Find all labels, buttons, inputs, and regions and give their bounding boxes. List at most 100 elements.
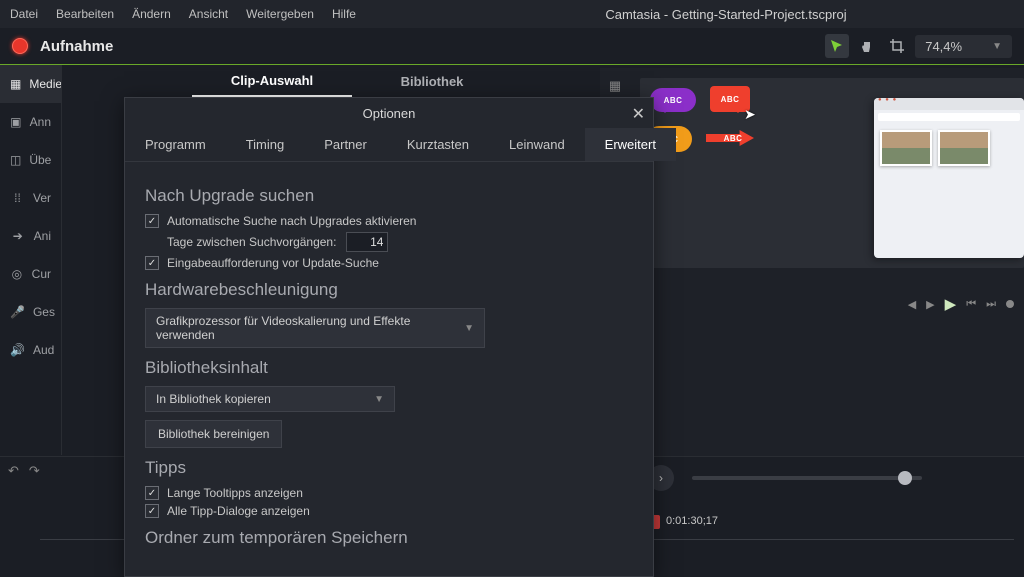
transition-icon: ◫ bbox=[10, 153, 21, 167]
zoom-value: 74,4% bbox=[925, 39, 962, 54]
options-dialog: Optionen ✕ Programm Timing Partner Kurzt… bbox=[124, 97, 654, 577]
sidebar-item-label: Ges bbox=[33, 305, 55, 319]
sidebar: ▦ Medien ▣ Ann ◫ Übe ⁞⁞ Ver ➔ Ani ◎ Cur 🎤 Ges 🔊… bbox=[0, 65, 62, 455]
pan-tool-icon[interactable] bbox=[855, 34, 879, 58]
dlg-tab-programm[interactable]: Programm bbox=[125, 128, 226, 161]
heading-lib: Bibliotheksinhalt bbox=[145, 358, 633, 378]
dlg-tab-timing[interactable]: Timing bbox=[226, 128, 305, 161]
chevron-down-icon: ▼ bbox=[992, 41, 1002, 52]
sidebar-cursor[interactable]: ◎ Cur bbox=[0, 255, 61, 293]
sidebar-item-label: Ver bbox=[33, 191, 51, 205]
canvas[interactable]: ABC ABC ABC ABC ➤ bbox=[630, 68, 1024, 464]
cursor-fx-icon: ◎ bbox=[10, 267, 24, 281]
menu-aendern[interactable]: Ändern bbox=[132, 7, 171, 21]
dialog-title: Optionen bbox=[363, 106, 416, 121]
callout-label: ABC bbox=[724, 134, 743, 143]
combo-lib[interactable]: In Bibliothek kopieren ▼ bbox=[145, 386, 395, 412]
loop-icon[interactable] bbox=[1006, 300, 1014, 308]
sidebar-item-label: Ann bbox=[30, 115, 51, 129]
heading-hw: Hardwarebeschleunigung bbox=[145, 280, 633, 300]
menu-hilfe[interactable]: Hilfe bbox=[332, 7, 356, 21]
playback-controls: ◀ ▶ ▶ ⏮ ⏭ bbox=[608, 294, 1014, 314]
checkbox-auto-upgrade[interactable]: ✓ bbox=[145, 214, 159, 228]
button-clean-lib[interactable]: Bibliothek bereinigen bbox=[145, 420, 282, 448]
step-back-icon[interactable]: ▶ bbox=[926, 298, 934, 311]
close-icon[interactable]: ✕ bbox=[632, 104, 645, 124]
checkbox-long-tips[interactable]: ✓ bbox=[145, 486, 159, 500]
menu-weitergeben[interactable]: Weitergeben bbox=[246, 7, 314, 21]
dialog-tabs: Programm Timing Partner Kurztasten Leinw… bbox=[125, 128, 653, 162]
animation-icon: ➔ bbox=[10, 229, 26, 243]
tab-bibliothek[interactable]: Bibliothek bbox=[352, 65, 512, 97]
menu-datei[interactable]: Datei bbox=[10, 7, 38, 21]
thumb-image bbox=[938, 130, 990, 166]
browser-mockup bbox=[874, 98, 1024, 258]
speaker-icon: 🔊 bbox=[10, 343, 25, 357]
canvas-stage: ABC ABC ABC ABC ➤ bbox=[640, 78, 1024, 268]
dlg-tab-erweitert[interactable]: Erweitert bbox=[585, 128, 676, 161]
callout-arrow[interactable]: ABC bbox=[706, 130, 754, 146]
input-days[interactable] bbox=[346, 232, 388, 252]
behavior-icon: ⁞⁞ bbox=[10, 191, 25, 205]
window-title: Camtasia - Getting-Started-Project.tscpr… bbox=[605, 7, 846, 22]
dlg-tab-kurztasten[interactable]: Kurztasten bbox=[387, 128, 489, 161]
thumb-image bbox=[880, 130, 932, 166]
combo-lib-label: In Bibliothek kopieren bbox=[156, 392, 271, 406]
sidebar-behaviors[interactable]: ⁞⁞ Ver bbox=[0, 179, 61, 217]
sidebar-item-label: Medien bbox=[29, 77, 61, 91]
slider-knob[interactable] bbox=[898, 471, 912, 485]
heading-upgrade: Nach Upgrade suchen bbox=[145, 186, 633, 206]
sidebar-item-label: Cur bbox=[32, 267, 51, 281]
next-marker-icon[interactable]: ⏭ bbox=[986, 298, 996, 311]
timeline-nav: ‹ › bbox=[614, 465, 922, 491]
prev-frame-icon[interactable]: ◀ bbox=[908, 298, 916, 311]
sidebar-animations[interactable]: ➔ Ani bbox=[0, 217, 61, 255]
toolbar: Aufnahme 74,4% ▼ bbox=[0, 28, 1024, 64]
checkbox-prompt[interactable]: ✓ bbox=[145, 256, 159, 270]
undo-icon[interactable]: ↶ bbox=[8, 463, 19, 479]
canvas-media-icon[interactable]: ▦ bbox=[600, 74, 630, 98]
menu-bearbeiten[interactable]: Bearbeiten bbox=[56, 7, 114, 21]
record-button[interactable]: Aufnahme bbox=[40, 38, 113, 55]
mouse-cursor-icon: ➤ bbox=[744, 106, 756, 123]
menu-ansicht[interactable]: Ansicht bbox=[189, 7, 228, 21]
sidebar-annotations[interactable]: ▣ Ann bbox=[0, 103, 61, 141]
record-icon[interactable] bbox=[12, 38, 28, 54]
zoom-select[interactable]: 74,4% ▼ bbox=[915, 35, 1012, 58]
combo-hw-label: Grafikprozessor für Videoskalierung und … bbox=[156, 314, 464, 342]
mic-icon: 🎤 bbox=[10, 305, 25, 319]
select-tool-icon[interactable] bbox=[825, 34, 849, 58]
dlg-tab-leinwand[interactable]: Leinwand bbox=[489, 128, 585, 161]
sidebar-voice[interactable]: 🎤 Ges bbox=[0, 293, 61, 331]
label-long-tips: Lange Tooltipps anzeigen bbox=[167, 486, 303, 500]
play-icon[interactable]: ▶ bbox=[945, 295, 957, 313]
heading-tips: Tipps bbox=[145, 458, 633, 478]
chevron-down-icon: ▼ bbox=[374, 394, 384, 405]
sidebar-item-label: Aud bbox=[33, 343, 54, 357]
sidebar-audio[interactable]: 🔊 Aud bbox=[0, 331, 61, 369]
tab-clip-auswahl[interactable]: Clip-Auswahl bbox=[192, 65, 352, 97]
dlg-tab-partner[interactable]: Partner bbox=[304, 128, 387, 161]
annotation-icon: ▣ bbox=[10, 115, 22, 129]
timeline-tools: ↶ ↷ bbox=[8, 463, 40, 479]
checkbox-all-tips[interactable]: ✓ bbox=[145, 504, 159, 518]
callout-purple[interactable]: ABC bbox=[650, 88, 696, 112]
media-icon: ▦ bbox=[10, 77, 21, 91]
label-days: Tage zwischen Suchvorgängen: bbox=[167, 235, 336, 249]
sidebar-transitions[interactable]: ◫ Übe bbox=[0, 141, 61, 179]
zoom-slider[interactable] bbox=[692, 476, 922, 480]
heading-temp: Ordner zum temporären Speichern bbox=[145, 528, 633, 548]
menubar: Datei Bearbeiten Ändern Ansicht Weiterge… bbox=[0, 0, 1024, 28]
prev-marker-icon[interactable]: ⏮ bbox=[966, 298, 976, 311]
chevron-down-icon: ▼ bbox=[464, 323, 474, 334]
redo-icon[interactable]: ↷ bbox=[29, 463, 40, 479]
sidebar-medien[interactable]: ▦ Medien bbox=[0, 65, 61, 103]
label-prompt: Eingabeaufforderung vor Update-Suche bbox=[167, 256, 379, 270]
label-all-tips: Alle Tipp-Dialoge anzeigen bbox=[167, 504, 310, 518]
sidebar-item-label: Übe bbox=[29, 153, 51, 167]
sidebar-item-label: Ani bbox=[34, 229, 51, 243]
combo-hw[interactable]: Grafikprozessor für Videoskalierung und … bbox=[145, 308, 485, 348]
playhead-time: 0:01:30;17 bbox=[666, 515, 718, 527]
crop-tool-icon[interactable] bbox=[885, 34, 909, 58]
label-auto-upgrade: Automatische Suche nach Upgrades aktivie… bbox=[167, 214, 416, 228]
